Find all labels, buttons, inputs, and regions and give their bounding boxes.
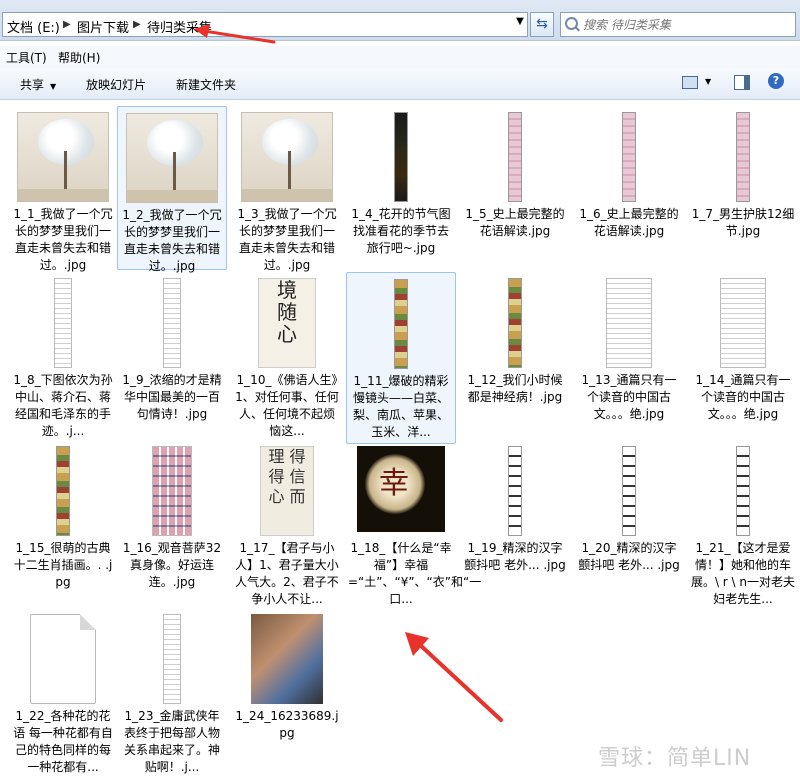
image-thumbnail	[508, 446, 522, 536]
image-thumbnail	[606, 278, 652, 368]
file-item[interactable]: 1_12_我们小时候都是神经病！.jpg	[460, 272, 570, 436]
file-icon	[30, 614, 96, 704]
file-name: 1_21_【这才是爱情！】她和他的车展。\ r \ n一对老夫妇老先生...	[690, 541, 796, 606]
file-item[interactable]: 1_7_男生护肤12细节.jpg	[688, 106, 798, 270]
annotation-arrow-bottom	[405, 632, 503, 722]
address-bar-row: 文档 (E:) ▶ 图片下载 ▶ 待归类采集 ▼ ⇆	[0, 0, 800, 41]
file-name: 1_20_精深的汉字颤抖吧 老外... .jpg	[578, 541, 680, 572]
file-item[interactable]: 1_15_很萌的古典十二生肖插画。. .jpg	[8, 440, 118, 604]
image-thumbnail	[508, 278, 522, 368]
file-item[interactable]: 1_1_我做了一个冗长的梦梦里我们一直走未曾失去和错过。.jpg	[8, 106, 118, 272]
file-name: 1_10_《佛语人生》1、对任何事、任何人、任何境不起烦恼这...	[235, 373, 339, 438]
image-thumbnail: 幸	[357, 446, 445, 532]
file-item[interactable]: 1_8_下图依次为孙中山、蒋介石、蒋经国和毛泽东的手迹。.j...	[8, 272, 118, 438]
menu-bar: 工具(T) 帮助(H)	[0, 46, 800, 69]
file-name: 1_2_我做了一个冗长的梦梦里我们一直走未曾失去和错过。.jpg	[122, 208, 222, 273]
image-thumbnail	[622, 446, 636, 536]
image-thumbnail	[394, 112, 408, 202]
image-thumbnail	[736, 446, 750, 536]
image-thumbnail	[394, 279, 408, 369]
file-name: 1_1_我做了一个冗长的梦梦里我们一直走未曾失去和错过。.jpg	[13, 207, 113, 272]
image-thumbnail	[508, 112, 522, 202]
menu-tools[interactable]: 工具(T)	[6, 49, 47, 66]
file-name: 1_23_金庸武侠年表终于把每部人物关系串起来了。神贴啊！.j...	[123, 709, 220, 774]
change-view-icon[interactable]	[682, 76, 698, 89]
command-toolbar: 共享 ▼ 放映幻灯片 新建文件夹 ▼ ?	[0, 68, 800, 100]
watermark: 雪球：简单LIN	[598, 746, 752, 771]
chevron-right-icon[interactable]: ▶	[63, 19, 71, 30]
file-item[interactable]: 境随心 1_10_《佛语人生》1、对任何事、任何人、任何境不起烦恼这...	[232, 272, 342, 438]
file-name: 1_9_浓缩的才是精华中国最美的一百句情诗！.jpg	[122, 373, 222, 421]
image-thumbnail	[163, 614, 181, 704]
file-item[interactable]: 1_6_史上最完整的花语解读.jpg	[574, 106, 684, 270]
image-thumbnail: 理 得得 信心 而	[260, 446, 314, 536]
file-item[interactable]: 1_23_金庸武侠年表终于把每部人物关系串起来了。神贴啊！.j...	[117, 608, 227, 774]
refresh-icon: ⇆	[536, 16, 548, 32]
file-item[interactable]: 1_4_花开的节气图找准看花的季节去旅行吧~.jpg	[346, 106, 456, 270]
file-item[interactable]: 1_11_爆破的精彩慢镜头——白菜、梨、南瓜、苹果、玉米、洋...	[346, 272, 456, 444]
breadcrumb-folder-downloads[interactable]: 图片下载	[77, 17, 129, 36]
image-thumbnail	[163, 278, 181, 368]
file-name: 1_4_花开的节气图找准看花的季节去旅行吧~.jpg	[351, 207, 451, 255]
file-item[interactable]: 1_22_各种花的花语 每一种花都有自己的特色同样的每一种花都有...	[8, 608, 118, 774]
file-name: 1_13_通篇只有一个读音的中国古文。。。绝.jpg	[581, 373, 677, 421]
breadcrumb-drive[interactable]: 文档 (E:)	[7, 17, 60, 36]
file-name: 1_15_很萌的古典十二生肖插画。. .jpg	[13, 541, 113, 589]
refresh-button[interactable]: ⇆	[530, 12, 554, 37]
file-item[interactable]: 1_19_精深的汉字颤抖吧 老外... .jpg	[460, 440, 570, 604]
file-name: 1_5_史上最完整的花语解读.jpg	[465, 207, 565, 238]
image-thumbnail	[622, 112, 636, 202]
file-name: 1_18_【什么是“幸福”】幸福=“土”、“¥”、“衣”和“一口...	[348, 541, 482, 606]
slideshow-button[interactable]: 放映幻灯片	[86, 76, 146, 93]
file-item[interactable]: 1_2_我做了一个冗长的梦梦里我们一直走未曾失去和错过。.jpg	[117, 106, 227, 273]
file-name: 1_19_精深的汉字颤抖吧 老外... .jpg	[464, 541, 566, 572]
file-item[interactable]: 1_5_史上最完整的花语解读.jpg	[460, 106, 570, 270]
file-item[interactable]: 1_9_浓缩的才是精华中国最美的一百句情诗！.jpg	[117, 272, 227, 436]
chevron-down-icon: ▼	[50, 82, 57, 91]
image-thumbnail	[126, 113, 218, 203]
file-name: 1_11_爆破的精彩慢镜头——白菜、梨、南瓜、苹果、玉米、洋...	[352, 374, 449, 439]
file-item[interactable]: 幸 1_18_【什么是“幸福”】幸福=“土”、“¥”、“衣”和“一口...	[346, 440, 481, 606]
chevron-right-icon[interactable]: ▶	[133, 19, 141, 30]
file-name: 1_16_观音菩萨32真身像。好运连连。.jpg	[122, 541, 222, 589]
search-icon	[565, 17, 578, 30]
image-thumbnail	[241, 112, 333, 202]
file-name: 1_22_各种花的花语 每一种花都有自己的特色同样的每一种花都有...	[13, 709, 113, 774]
file-name: 1_24_16233689.jpg	[235, 709, 339, 740]
file-name: 1_3_我做了一个冗长的梦梦里我们一直走未曾失去和错过。.jpg	[237, 207, 337, 272]
file-item[interactable]: 1_21_【这才是爱情！】她和他的车展。\ r \ n一对老夫妇老先生...	[688, 440, 798, 606]
search-box[interactable]	[560, 12, 796, 37]
view-dropdown-icon[interactable]: ▼	[705, 77, 711, 86]
file-item[interactable]: 1_13_通篇只有一个读音的中国古文。。。绝.jpg	[574, 272, 684, 436]
file-name: 1_14_通篇只有一个读音的中国古文。。。绝.jpg	[695, 373, 791, 421]
image-thumbnail	[720, 278, 766, 368]
file-item[interactable]: 1_16_观音菩萨32真身像。好运连连。.jpg	[117, 440, 227, 604]
file-item[interactable]: 理 得得 信心 而 1_17_【君子与小人】1、君子量大小人气大。2、君子不争小人…	[232, 440, 342, 606]
image-thumbnail	[56, 446, 70, 536]
file-item[interactable]: 1_14_通篇只有一个读音的中国古文。。。绝.jpg	[688, 272, 798, 436]
image-thumbnail	[251, 614, 323, 704]
annotation-arrow-top	[194, 24, 276, 44]
image-thumbnail	[17, 112, 109, 202]
share-label: 共享	[20, 78, 45, 92]
image-thumbnail	[54, 278, 72, 368]
share-button[interactable]: 共享 ▼	[20, 76, 56, 93]
menu-help[interactable]: 帮助(H)	[58, 49, 100, 66]
file-name: 1_7_男生护肤12细节.jpg	[691, 207, 795, 238]
image-thumbnail	[152, 446, 192, 536]
preview-pane-icon[interactable]	[734, 75, 750, 90]
image-thumbnail: 境随心	[258, 278, 316, 368]
search-input[interactable]	[581, 15, 795, 35]
file-name: 1_12_我们小时候都是神经病！.jpg	[467, 373, 563, 404]
new-folder-button[interactable]: 新建文件夹	[176, 76, 236, 93]
file-name: 1_17_【君子与小人】1、君子量大小人气大。2、君子不争小人不让...	[235, 541, 339, 606]
image-thumbnail	[736, 112, 750, 202]
help-icon[interactable]: ?	[768, 73, 784, 89]
address-dropdown-icon[interactable]: ▼	[513, 16, 527, 33]
file-name: 1_8_下图依次为孙中山、蒋介石、蒋经国和毛泽东的手迹。.j...	[13, 373, 113, 438]
file-item[interactable]: 1_3_我做了一个冗长的梦梦里我们一直走未曾失去和错过。.jpg	[232, 106, 342, 272]
file-item[interactable]: 1_24_16233689.jpg	[232, 608, 342, 772]
file-item[interactable]: 1_20_精深的汉字颤抖吧 老外... .jpg	[574, 440, 684, 604]
file-name: 1_6_史上最完整的花语解读.jpg	[579, 207, 679, 238]
